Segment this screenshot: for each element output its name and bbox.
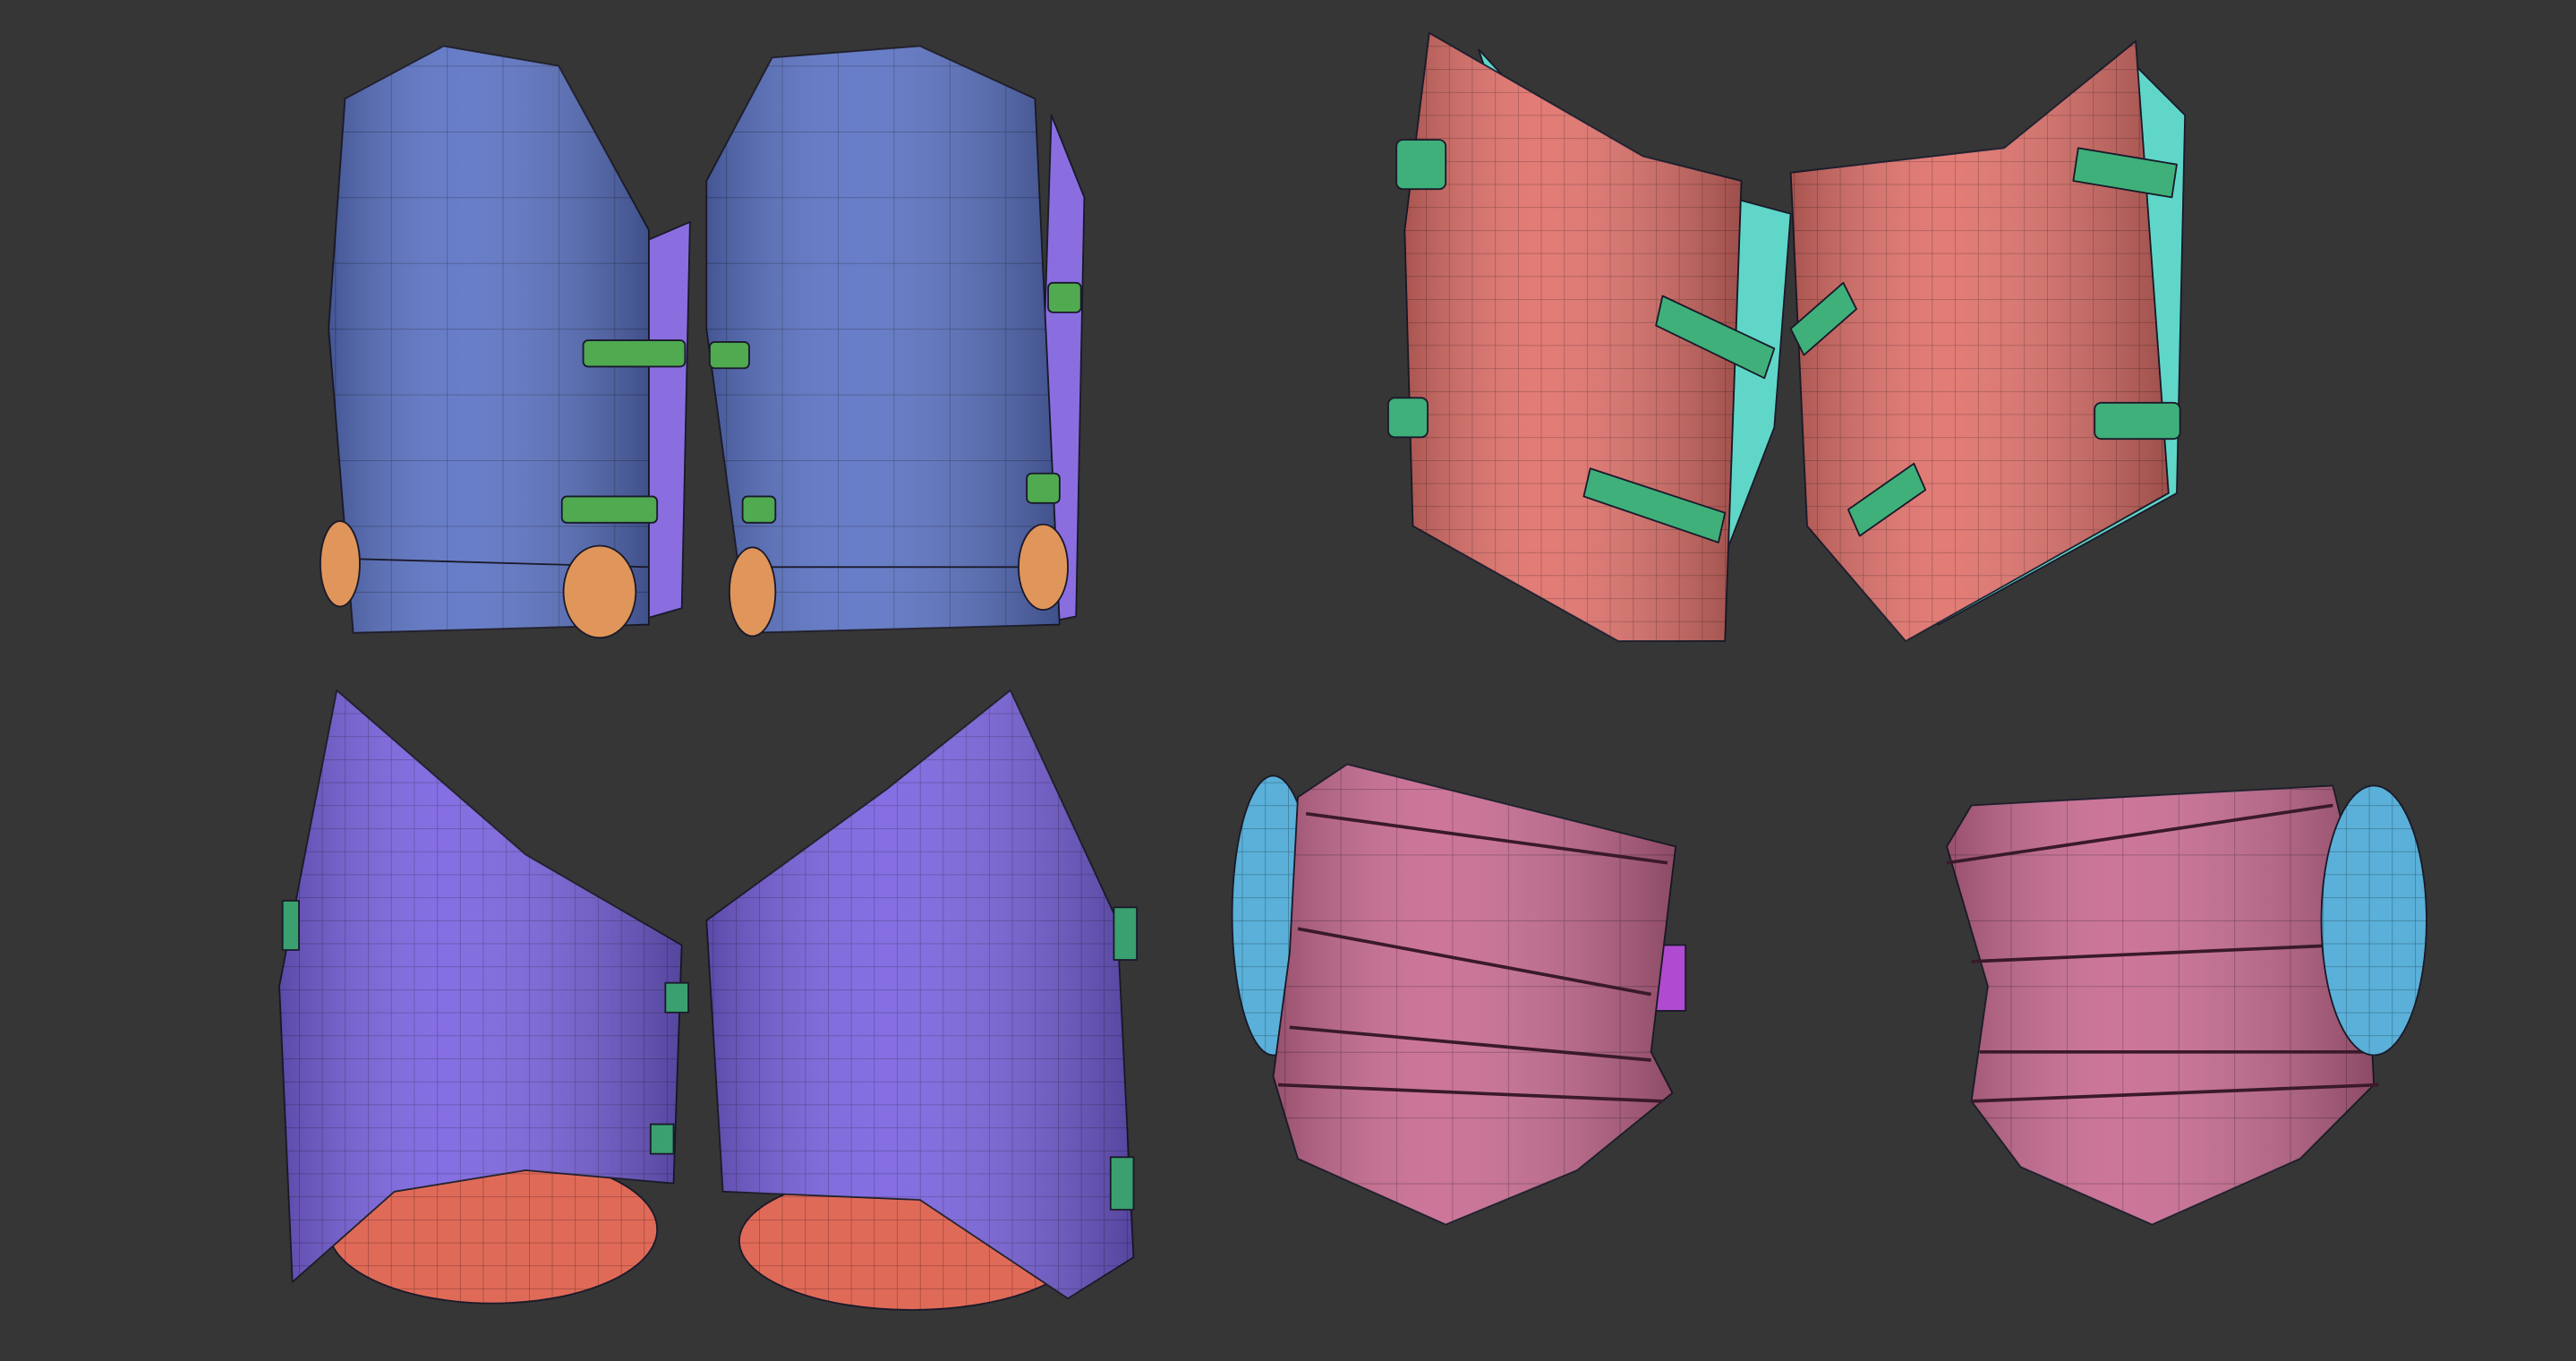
render-viewport <box>278 31 2427 1311</box>
salmon-bracers <box>1387 31 2187 642</box>
purple-greaves <box>278 689 1139 1311</box>
blue-bracers <box>319 45 1086 639</box>
pink-cuffs <box>1231 763 2427 1226</box>
